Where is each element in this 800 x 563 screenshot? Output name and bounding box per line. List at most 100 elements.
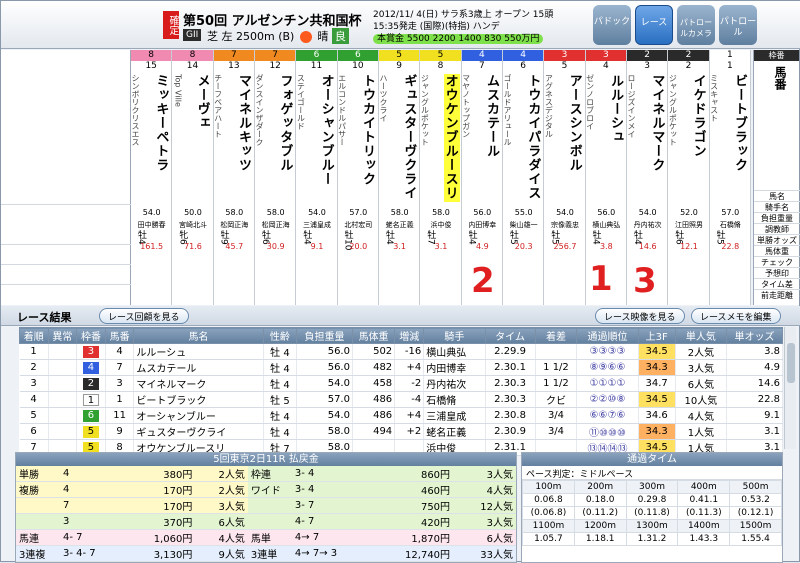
- horse-column[interactable]: 8 15 シンボリクリスエス ミッキーペトラ 牡4 54.0 田中勝春 161.5: [131, 50, 173, 305]
- horse-name[interactable]: フォゲッタブル: [277, 74, 294, 202]
- horse-name[interactable]: トウカイパラダイス: [525, 74, 542, 202]
- horse-column[interactable]: 3 5 アグネスデジタル アースシンボル 牡5 54.0 宗像義忠 256.7: [544, 50, 586, 305]
- table-row[interactable]: 5 6 11 オーシャンブルー牡 4 54.0 486 +4 三浦皇成 2.30.8 3/4 ⑥⑥⑦…: [19, 407, 783, 424]
- cell-sexage: 牡 4: [263, 423, 298, 440]
- payout-cell: 3人気: [453, 466, 516, 482]
- table-row[interactable]: 6 5 9 ギュスターヴクライ牡 4 58.0 494 +2 蛯名正義 2.30.9 3/4 ⑪⑩⑩…: [19, 423, 783, 440]
- cell-time: 2.29.9: [485, 343, 536, 360]
- results-col-header[interactable]: 性齢: [262, 327, 298, 344]
- results-col-header[interactable]: 通過順位: [576, 327, 639, 344]
- results-col-header[interactable]: 増減: [394, 327, 425, 344]
- results-col-header[interactable]: 単オッズ: [726, 327, 783, 344]
- results-col-header[interactable]: 馬番: [104, 327, 135, 344]
- horse-column[interactable]: 4 6 ゴールドアリュール トウカイパラダイス 牡5 55.0 柴山雄一 20.3: [503, 50, 545, 305]
- payout-cell: 420円: [370, 513, 454, 530]
- race-button[interactable]: レース: [635, 5, 673, 45]
- results-col-header[interactable]: 上3F: [637, 327, 676, 344]
- cell-num: 1: [105, 391, 135, 408]
- horse-column[interactable]: 1 1 ミスキャスト ビートブラック 牡5 57.0 石橋脩 22.8: [709, 50, 751, 305]
- table-row[interactable]: 4 1 1 ビートブラック牡 5 57.0 486 -4 石橋脩 2.30.3 クビ ②②⑩⑧ 34.…: [19, 391, 783, 408]
- lap-cell: 0.53.2: [729, 493, 782, 507]
- frame-number: 6: [296, 50, 337, 61]
- horse-name[interactable]: マイネルキッツ: [236, 74, 253, 202]
- horse-name[interactable]: メーヴェ: [195, 74, 212, 202]
- weight-carried: 58.0: [225, 208, 244, 217]
- sire-name: ダンスインザダーク: [255, 74, 264, 146]
- horse-name[interactable]: ルルーシュ: [608, 74, 625, 202]
- horse-name[interactable]: ムスカテール: [484, 74, 501, 202]
- payout-cell: 12人気: [453, 497, 516, 514]
- horse-column[interactable]: 6 11 ステイゴールド オーシャンブルー 牡4 54.0 三浦皇成 9.1: [296, 50, 338, 305]
- lap-cell: 1.55.4: [729, 532, 782, 546]
- cell-margin: 1 1/2: [535, 359, 578, 376]
- win-odds: 9.1: [310, 242, 324, 251]
- horse-column[interactable]: 5 9 ハーツクライ ギュスターヴクライ 牡4 58.0 蛯名正義 3.1: [379, 50, 421, 305]
- cell-pos: 1: [19, 343, 49, 360]
- results-col-header[interactable]: 着順: [19, 327, 49, 344]
- table-row[interactable]: 1 3 4 ルルーシュ牡 4 56.0 502 -16 横山典弘 2.29.9 ③③③③ 34.5 2…: [19, 343, 783, 360]
- cell-margin: 3/4: [535, 407, 578, 424]
- prize-text: 本賞金 5500 2200 1400 830 550万円: [373, 34, 544, 44]
- payout-cell: 3,130円: [122, 545, 196, 562]
- payout-cell: 170円: [122, 481, 196, 498]
- jockey-name: 内田博幸: [468, 221, 497, 229]
- horse-name[interactable]: ビートブラック: [732, 74, 749, 202]
- results-col-header[interactable]: 枠番: [76, 327, 106, 344]
- table-row[interactable]: 3 2 3 マイネルマーク牡 4 54.0 458 -2 丹内祐次 2.30.3 1 1/2 ①①①…: [19, 375, 783, 392]
- paddock-button[interactable]: パドック: [593, 5, 631, 45]
- patrol-camera-button[interactable]: パトロールカメラ: [677, 5, 715, 45]
- race-video-button[interactable]: レース映像を見る: [595, 308, 685, 324]
- cell-diff: +4: [394, 359, 425, 376]
- cell-pass: ③③③③: [576, 343, 639, 360]
- cell-jockey: 三浦皇成: [423, 407, 486, 424]
- horse-name[interactable]: ギュスターヴクライ: [401, 74, 418, 202]
- weight-carried: 57.0: [721, 208, 740, 217]
- grid-line: [1, 264, 131, 274]
- results-col-header[interactable]: タイム: [484, 327, 536, 344]
- frame-badge: 2: [82, 377, 99, 390]
- horse-name[interactable]: トウカイトリック: [360, 74, 377, 202]
- horse-column[interactable]: 6 10 エルコンドルパサー トウカイトリック 牡10 57.0 北村宏司 20.0: [337, 50, 379, 305]
- sire-name: エルコンドルパサー: [337, 74, 347, 146]
- results-scrollbar[interactable]: [784, 327, 796, 449]
- scroll-thumb[interactable]: [787, 343, 795, 383]
- horse-column[interactable]: 2 2 ジャングルポケット イケドラゴン 牡6 52.0 江田照男 12.1: [668, 50, 710, 305]
- results-col-header[interactable]: 単人気: [674, 327, 728, 344]
- lap-cell: 1500m: [729, 519, 782, 533]
- cell-diff: +2: [394, 423, 425, 440]
- cell-name: ルルーシュ: [133, 343, 264, 360]
- frame-badge: 4: [82, 361, 99, 374]
- race-review-button[interactable]: レース回顧を見る: [99, 308, 189, 324]
- horse-column[interactable]: 7 12 ダンスインザダーク フォゲッタブル 牡6 58.0 松岡正海 30.9: [255, 50, 297, 305]
- horse-name[interactable]: オウケンブルースリ: [443, 74, 460, 202]
- horse-column[interactable]: 8 14 Top Ville メーヴェ 牝6 50.0 宮崎北斗 71.6: [172, 50, 214, 305]
- results-col-header[interactable]: 馬体重: [351, 327, 396, 344]
- results-col-header[interactable]: 異常: [47, 327, 78, 344]
- horse-name[interactable]: マイネルマーク: [649, 74, 666, 202]
- weather-text: 晴: [317, 30, 329, 43]
- payout-cell: 複勝: [16, 481, 60, 498]
- results-header-row: 着順 異常 枠番 馬番 馬名 性齢 負担重量 馬体重 増減 騎手 タイム 着差 通過順位 上3F 単人気 単オ…: [19, 327, 783, 344]
- race-memo-button[interactable]: レースメモを編集: [691, 308, 781, 324]
- horse-name[interactable]: ミッキーペトラ: [153, 74, 170, 202]
- horse-name[interactable]: オーシャンブルー: [319, 74, 336, 202]
- cell-pop: 10人気: [675, 391, 728, 408]
- cell-jockey: 内田博幸: [423, 359, 486, 376]
- horse-column[interactable]: 5 8 ジャングルポケット オウケンブルースリ 牡7 58.0 浜中俊 3.1: [420, 50, 462, 305]
- win-odds: 256.7: [553, 242, 577, 251]
- going-badge: 良: [331, 28, 349, 44]
- horse-name[interactable]: アースシンボル: [567, 74, 584, 202]
- cell-pass: ⑪⑩⑩⑩: [576, 423, 639, 440]
- horse-column[interactable]: 7 13 チーフベアハート マイネルキッツ 牡9 58.0 松岡正海 45.7: [213, 50, 255, 305]
- results-col-header[interactable]: 着差: [534, 327, 578, 344]
- table-row[interactable]: 2 4 7 ムスカテール牡 4 56.0 482 +4 内田博幸 2.30.1 1 1/2 ⑧⑨⑥⑥…: [19, 359, 783, 376]
- payout-row: 7 170円 3人気 3- 7 750円 12人気: [16, 497, 516, 514]
- cell-name: ビートブラック: [133, 391, 264, 408]
- results-col-header[interactable]: 負担重量: [296, 327, 353, 344]
- results-col-header[interactable]: 騎手: [423, 327, 486, 344]
- horse-name[interactable]: イケドラゴン: [691, 74, 708, 202]
- weight-carried: 54.0: [142, 208, 161, 217]
- results-col-header[interactable]: 馬名: [133, 327, 264, 344]
- payout-cell: 3人気: [195, 497, 248, 514]
- patrol-button[interactable]: パトロール: [719, 5, 757, 45]
